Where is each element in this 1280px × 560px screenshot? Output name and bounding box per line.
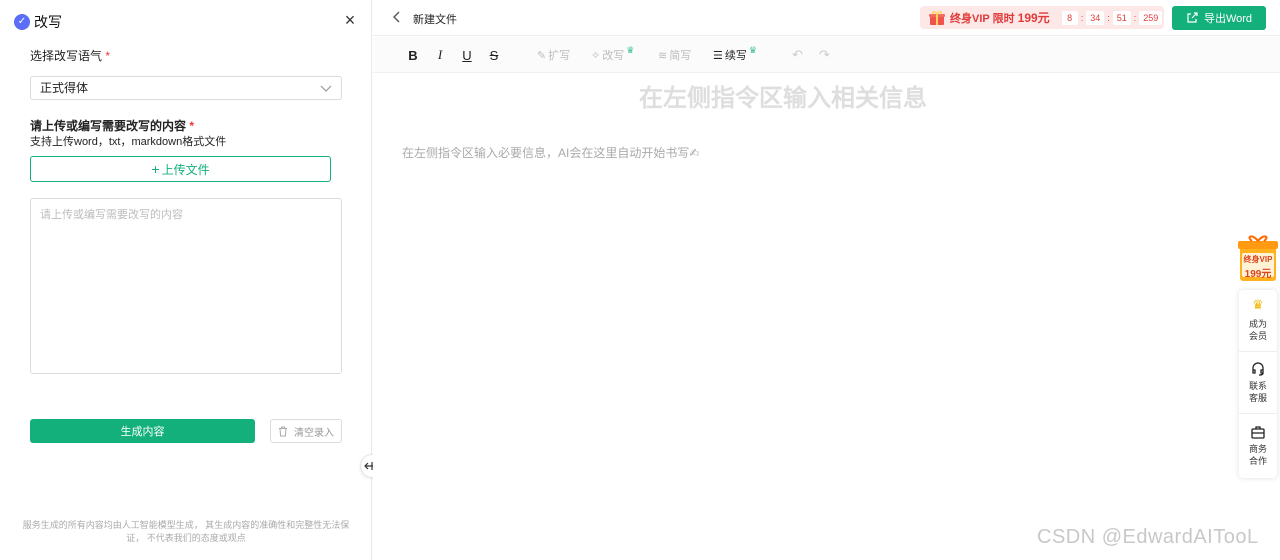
upload-file-button[interactable]: + 上传文件 bbox=[30, 156, 331, 182]
editor-toolbar: B I U S ✎ 扩写 ✧ 改写 ♛ ≋ 简写 ☰ 续写 ♛ ↶ ↷ bbox=[373, 37, 1280, 73]
timer-hours: 8 bbox=[1061, 10, 1078, 25]
generate-button[interactable]: 生成内容 bbox=[30, 419, 255, 443]
document-editor[interactable]: 在左侧指令区输入相关信息 在左侧指令区输入必要信息，AI会在这里自动开始书写✍ bbox=[373, 74, 1280, 560]
vip-promo-badge[interactable]: 终身VIP 199元 bbox=[1238, 233, 1278, 283]
floating-side-menu: ♛ 成为 会员 联系 客服 商务 合作 bbox=[1239, 290, 1277, 478]
upload-label: 上传文件 bbox=[161, 162, 210, 177]
crown-icon: ♛ bbox=[1252, 297, 1264, 312]
contact-support-item[interactable]: 联系 客服 bbox=[1239, 352, 1277, 414]
content-label-text: 请上传或编写需要改写的内容 bbox=[30, 119, 187, 133]
promo-line-1: 终身VIP bbox=[1243, 255, 1273, 264]
underline-button[interactable]: U bbox=[460, 46, 474, 64]
crown-icon: ♛ bbox=[626, 44, 635, 55]
tone-label: 选择改写语气 * bbox=[30, 47, 110, 64]
timer-separator: : bbox=[1133, 12, 1137, 23]
vip-price: 199元 bbox=[1017, 11, 1050, 25]
close-icon[interactable]: × bbox=[341, 11, 359, 29]
magic-wand-icon: ✧ bbox=[591, 49, 601, 62]
required-mark: * bbox=[189, 119, 195, 133]
member-label-1: 成为 bbox=[1248, 319, 1267, 329]
simplify-button[interactable]: ≋ 简写 bbox=[658, 46, 691, 64]
export-icon bbox=[1187, 12, 1198, 23]
panel-title: 改写 bbox=[34, 14, 62, 30]
expand-icon: ✎ bbox=[537, 49, 547, 62]
expand-button[interactable]: ✎ 扩写 bbox=[537, 46, 570, 64]
headset-icon bbox=[1252, 362, 1264, 376]
chevron-down-icon bbox=[320, 85, 332, 92]
tone-select[interactable]: 正式得体 bbox=[30, 76, 342, 100]
become-member-item[interactable]: ♛ 成为 会员 bbox=[1239, 290, 1277, 352]
trash-icon bbox=[279, 426, 287, 436]
redo-icon: ↷ bbox=[819, 47, 830, 62]
strikethrough-button[interactable]: S bbox=[487, 46, 501, 64]
member-label-2: 会员 bbox=[1248, 331, 1267, 341]
continue-icon: ☰ bbox=[713, 49, 723, 62]
timer-separator: : bbox=[1107, 12, 1110, 23]
vip-offer-text: 终身VIP 限时 bbox=[950, 13, 1015, 25]
timer-seconds: 51 bbox=[1112, 10, 1131, 25]
editor-placeholder-hint: 在左侧指令区输入必要信息，AI会在这里自动开始书写✍ bbox=[402, 146, 700, 160]
vip-promo-banner[interactable]: 终身VIP 限时 199元 8 : 34 : 51 : 259 bbox=[920, 6, 1164, 29]
undo-icon: ↶ bbox=[792, 47, 803, 62]
business-cooperation-item[interactable]: 商务 合作 bbox=[1239, 414, 1277, 476]
countdown-timer: 8 : 34 : 51 : 259 bbox=[1061, 10, 1163, 25]
watermark: CSDN @EdwardAITooL bbox=[1037, 526, 1259, 548]
content-textarea[interactable] bbox=[30, 198, 342, 374]
timer-milliseconds: 259 bbox=[1139, 10, 1163, 25]
simplify-label: 简写 bbox=[669, 50, 692, 62]
simplify-icon: ≋ bbox=[658, 49, 668, 62]
gift-icon bbox=[929, 10, 945, 25]
timer-separator: : bbox=[1080, 12, 1084, 23]
promo-line-2: 199元 bbox=[1244, 269, 1272, 280]
top-bar: 新建文件 终身VIP 限时 199元 8 : 34 : 51 : 259 导出W… bbox=[373, 0, 1280, 36]
editor-placeholder-heading: 在左侧指令区输入相关信息 bbox=[639, 85, 927, 112]
expand-label: 扩写 bbox=[548, 50, 571, 62]
clear-input-button[interactable]: 清空录入 bbox=[270, 419, 342, 443]
crown-icon: ♛ bbox=[748, 44, 757, 55]
support-label-2: 客服 bbox=[1248, 393, 1267, 403]
rewrite-label: 改写 bbox=[602, 50, 625, 62]
export-word-button[interactable]: 导出Word bbox=[1172, 6, 1266, 30]
rewrite-button[interactable]: ✧ 改写 ♛ bbox=[591, 44, 635, 64]
business-label-1: 商务 bbox=[1248, 443, 1267, 454]
redo-button[interactable]: ↷ bbox=[819, 46, 830, 64]
clear-label: 清空录入 bbox=[294, 427, 334, 439]
vip-text: 终身VIP 限时 199元 bbox=[950, 9, 1050, 26]
support-label-1: 联系 bbox=[1248, 381, 1267, 391]
timer-minutes: 34 bbox=[1086, 10, 1105, 25]
business-label-2: 合作 bbox=[1248, 455, 1267, 466]
italic-button[interactable]: I bbox=[433, 46, 447, 64]
panel-header: ✓ 改写 bbox=[14, 12, 62, 32]
back-icon[interactable] bbox=[391, 10, 403, 24]
rewrite-panel: ✓ 改写 × 选择改写语气 * 正式得体 请上传或编写需要改写的内容 * 支持上… bbox=[0, 0, 372, 560]
plus-icon: + bbox=[151, 161, 160, 177]
tone-label-text: 选择改写语气 bbox=[30, 49, 103, 63]
undo-button[interactable]: ↶ bbox=[792, 46, 803, 64]
continue-button[interactable]: ☰ 续写 ♛ bbox=[713, 44, 757, 64]
tone-select-value: 正式得体 bbox=[40, 81, 89, 95]
bold-button[interactable]: B bbox=[406, 46, 420, 64]
briefcase-icon bbox=[1251, 425, 1265, 439]
document-title: 新建文件 bbox=[413, 14, 457, 26]
app-root: ✓ 改写 × 选择改写语气 * 正式得体 请上传或编写需要改写的内容 * 支持上… bbox=[0, 0, 1280, 560]
export-label: 导出Word bbox=[1203, 13, 1253, 25]
content-label: 请上传或编写需要改写的内容 * bbox=[30, 117, 194, 134]
formats-hint: 支持上传word，txt，markdown格式文件 bbox=[30, 136, 227, 148]
rewrite-logo-icon: ✓ bbox=[14, 14, 30, 30]
required-mark: * bbox=[105, 49, 111, 63]
disclaimer-text: 服务生成的所有内容均由人工智能模型生成， 其生成内容的准确性和完整性无法保证， … bbox=[22, 520, 350, 543]
continue-label: 续写 bbox=[724, 50, 747, 62]
